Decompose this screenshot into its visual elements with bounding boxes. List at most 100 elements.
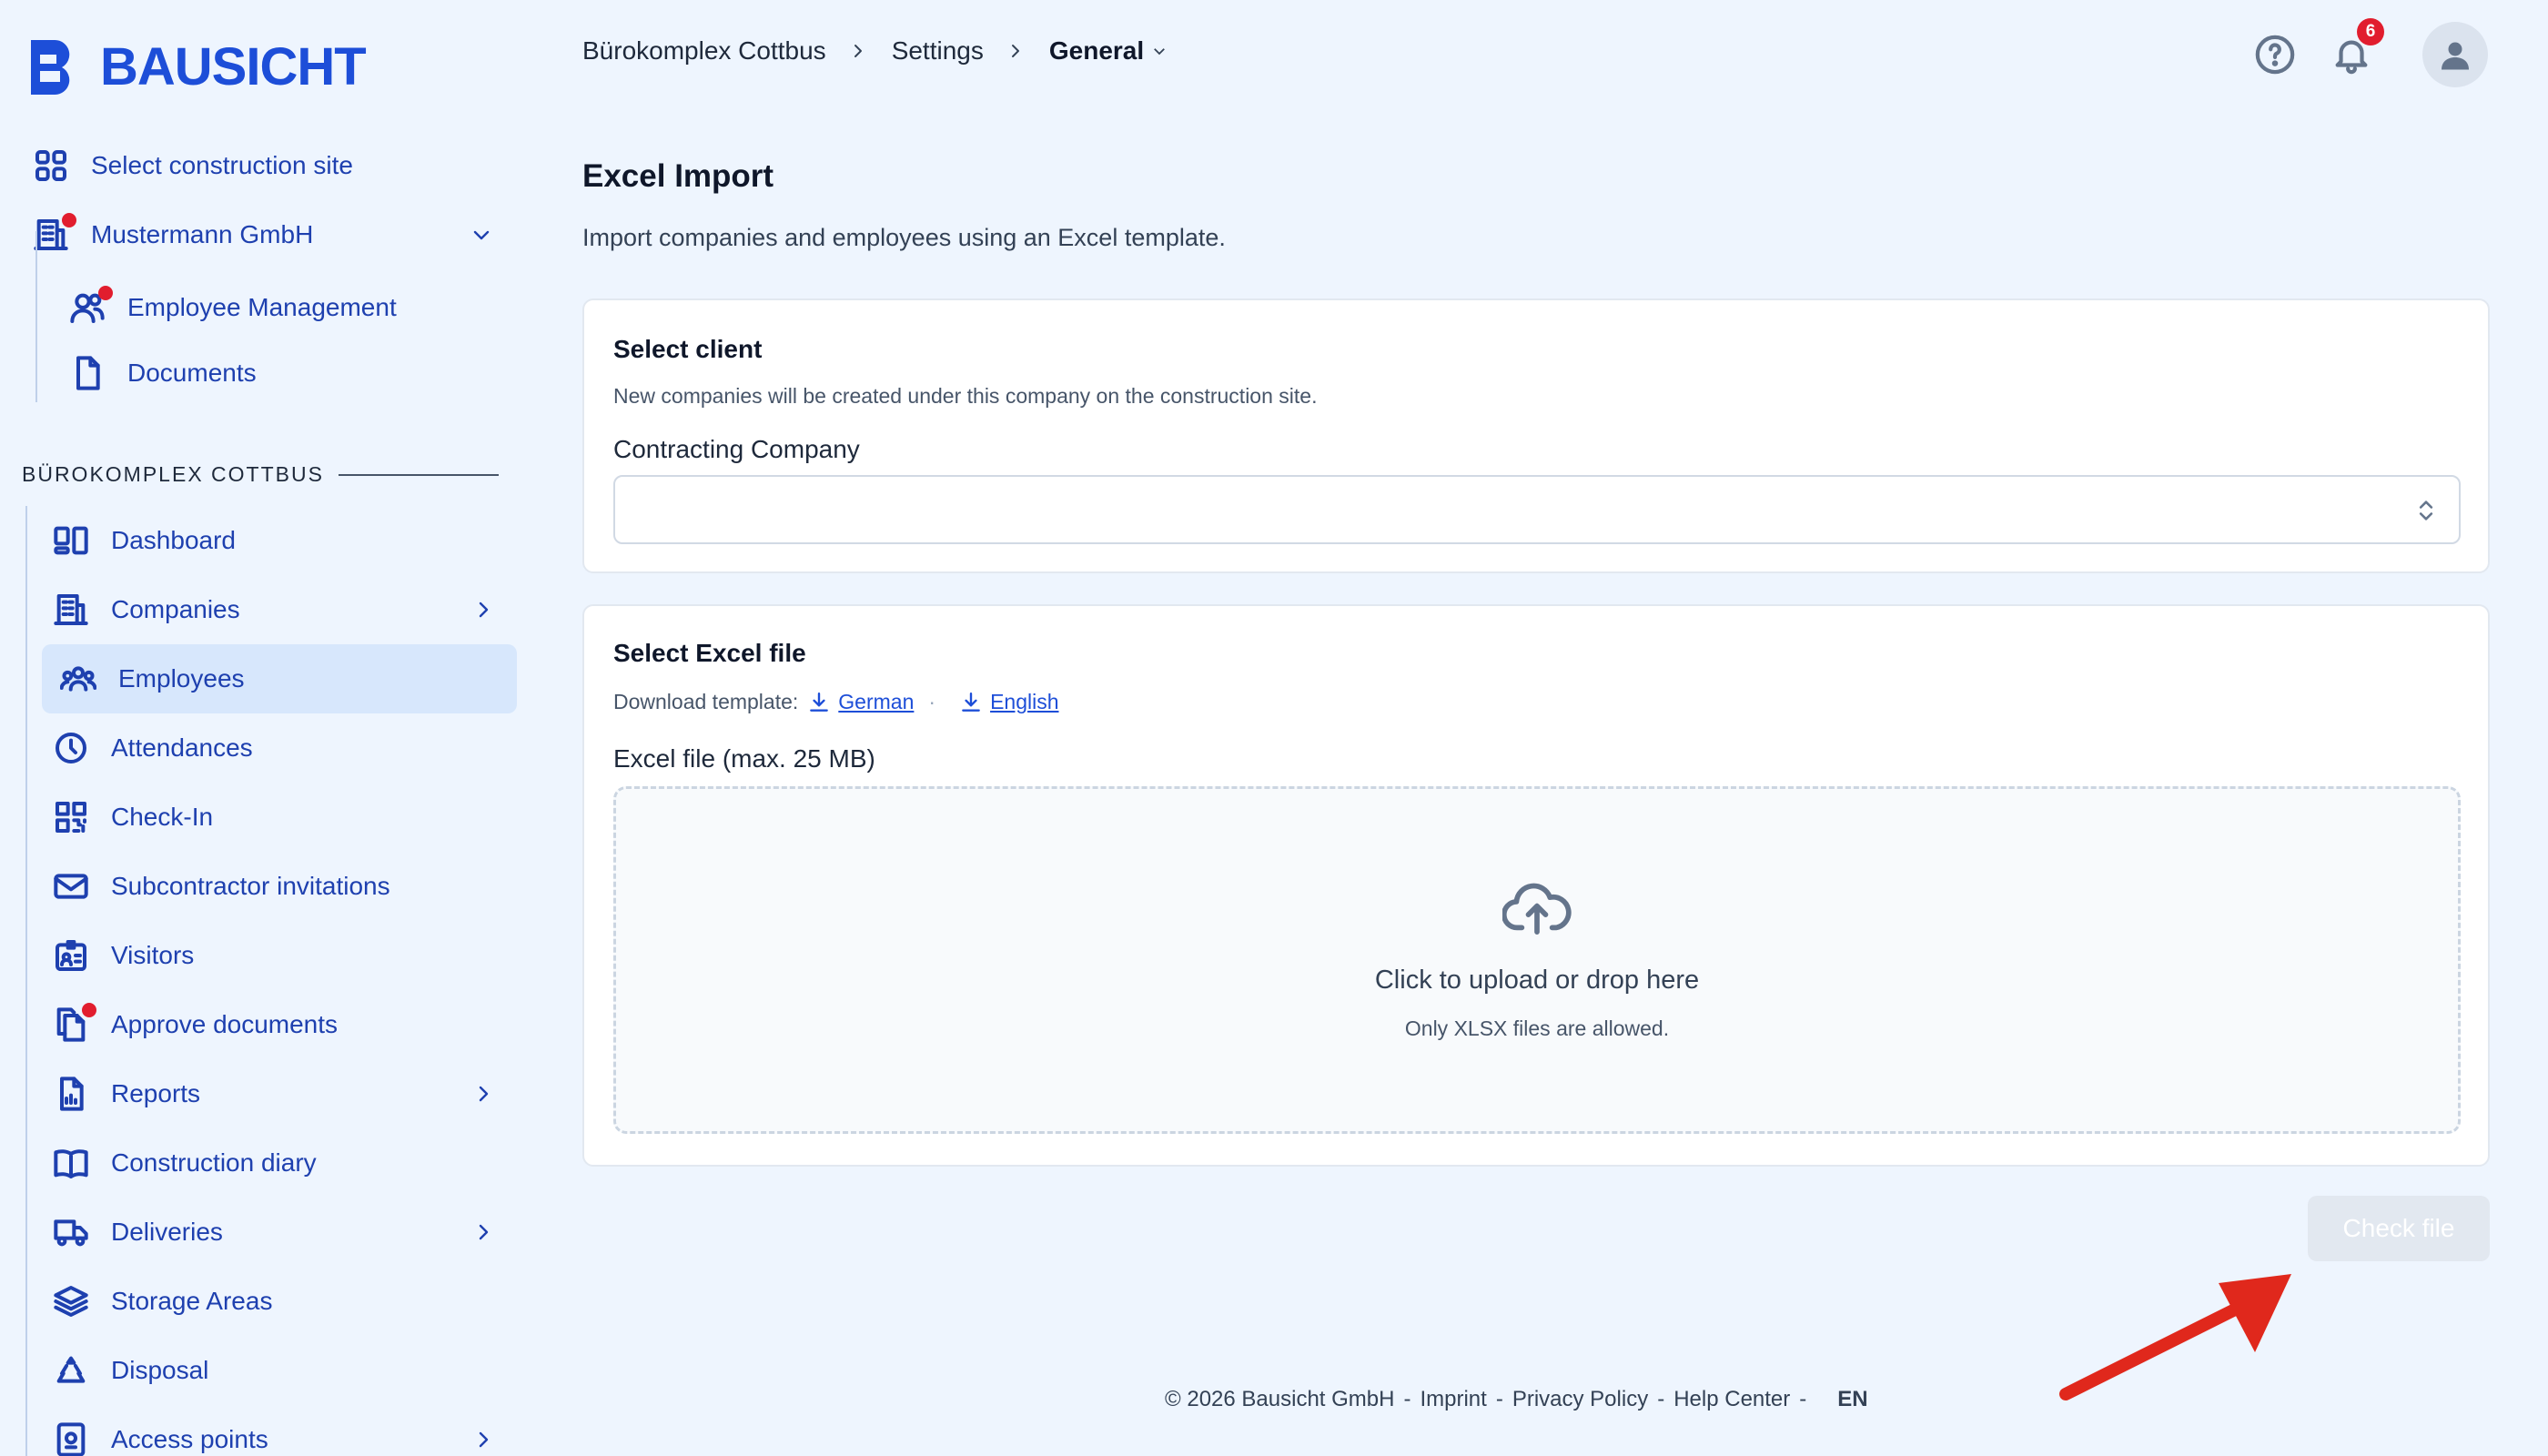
sidebar-item-label: Subcontractor invitations [111, 872, 390, 900]
sidebar-item-attendances[interactable]: Attendances [51, 728, 497, 768]
download-icon [810, 692, 829, 712]
breadcrumb-general: General [1048, 36, 1145, 65]
chevron-right-icon [470, 596, 497, 623]
sidebar-item-label: Access points [111, 1425, 268, 1453]
sidebar-item-dashboard[interactable]: Dashboard [51, 521, 497, 561]
breadcrumb-site[interactable]: Bürokomplex Cottbus [582, 36, 826, 66]
footer-separator: - [1495, 1387, 1503, 1411]
sidebar-item-label: Employee Management [127, 293, 397, 321]
alert-dot [98, 286, 113, 300]
sidebar-item-reports[interactable]: Reports [51, 1074, 497, 1114]
page-title: Excel Import [582, 158, 774, 194]
sidebar-item-label: Storage Areas [111, 1287, 273, 1315]
company-label: Mustermann GmbH [91, 220, 314, 248]
sidebar-item-check-in[interactable]: Check-In [51, 797, 497, 837]
clock-icon [51, 728, 91, 768]
company-subtree-line [35, 231, 37, 402]
contracting-company-label: Contracting Company [613, 435, 860, 463]
sidebar-item-access-points[interactable]: Access points [51, 1420, 497, 1456]
breadcrumb-general-dropdown[interactable]: General [1049, 36, 1168, 66]
sidebar-item-disposal[interactable]: Disposal [51, 1350, 497, 1390]
contracting-company-select[interactable] [613, 475, 2461, 544]
site-section-title: BÜROKOMPLEX COTTBUS [22, 462, 499, 487]
footer-copyright: © 2026 Bausicht GmbH [1165, 1387, 1395, 1411]
chevron-right-icon [470, 1426, 497, 1453]
download-template-label: Download template: [613, 690, 799, 713]
sidebar-item-deliveries[interactable]: Deliveries [51, 1212, 497, 1252]
download-template-row: Download template: German · English [613, 690, 1059, 714]
truck-icon [51, 1212, 91, 1252]
footer: © 2026 Bausicht GmbH - Imprint - Privacy… [1165, 1387, 1868, 1412]
notifications-button[interactable]: 6 [2328, 18, 2384, 78]
footer-help-link[interactable]: Help Center [1673, 1387, 1790, 1412]
sidebar-item-label: Disposal [111, 1356, 209, 1384]
sidebar-item-label: Employees [118, 664, 245, 693]
team-icon [58, 659, 98, 699]
sidebar-item-label: Reports [111, 1079, 201, 1107]
page-subtitle: Import companies and employees using an … [582, 224, 1226, 251]
notification-badge: 6 [2357, 18, 2384, 46]
building-icon [51, 590, 91, 630]
select-file-card: Select Excel file Download template: Ger… [582, 604, 2490, 1167]
file-dropzone[interactable]: Click to upload or drop here Only XLSX f… [613, 786, 2461, 1134]
sidebar-item-employees[interactable]: Employees [58, 659, 497, 699]
sidebar-item-storage-areas[interactable]: Storage Areas [51, 1281, 497, 1321]
card-title: Select Excel file [613, 639, 806, 667]
sidebar-item-label: Deliveries [111, 1218, 223, 1246]
company-selector[interactable]: Mustermann GmbH [31, 213, 495, 255]
breadcrumb-settings[interactable]: Settings [892, 36, 984, 66]
site-section-label: BÜROKOMPLEX COTTBUS [22, 462, 324, 486]
dropzone-text: Click to upload or drop here [1374, 966, 1700, 995]
chevron-right-icon [1007, 42, 1026, 60]
sidebar-item-label: Documents [127, 359, 257, 387]
download-german-link[interactable]: German [807, 690, 914, 714]
access-icon [51, 1420, 91, 1456]
link-label: German [838, 690, 915, 713]
help-button[interactable] [2251, 31, 2299, 78]
footer-privacy-link[interactable]: Privacy Policy [1512, 1387, 1648, 1412]
download-english-link[interactable]: English [959, 690, 1059, 714]
excel-file-label: Excel file (max. 25 MB) [613, 744, 875, 773]
link-label: English [990, 690, 1059, 713]
language-switch[interactable]: EN [1837, 1387, 1867, 1412]
breadcrumb: Bürokomplex Cottbus Settings General [582, 36, 1168, 66]
sidebar-item-subcontractor-invitations[interactable]: Subcontractor invitations [51, 866, 497, 906]
alert-dot [62, 213, 76, 228]
help-icon [2255, 35, 2295, 75]
brand-logo[interactable]: BAUSICHT [27, 35, 367, 99]
sidebar-item-label: Companies [111, 595, 240, 623]
sidebar-item-documents[interactable]: Documents [67, 353, 257, 393]
select-site-label: Select construction site [91, 151, 353, 179]
avatar[interactable] [2422, 22, 2488, 87]
book-icon [51, 1143, 91, 1183]
user-icon [2442, 42, 2469, 70]
report-icon [51, 1074, 91, 1114]
sidebar: BAUSICHT Select construction site Muster… [0, 0, 528, 1456]
logo-icon [27, 35, 87, 99]
footer-imprint-link[interactable]: Imprint [1420, 1387, 1486, 1412]
chevron-right-icon [850, 42, 868, 60]
sidebar-item-visitors[interactable]: Visitors [51, 935, 497, 976]
footer-separator: - [1403, 1387, 1411, 1411]
annotation-arrow [2059, 1274, 2291, 1400]
chevron-down-icon [1154, 48, 1166, 56]
sidebar-item-approve-documents[interactable]: Approve documents [51, 1003, 497, 1045]
users-icon [67, 286, 113, 328]
grid-icon [31, 146, 71, 186]
qr-code-icon [51, 797, 91, 837]
brand-name: BAUSICHT [100, 36, 367, 96]
sidebar-item-construction-diary[interactable]: Construction diary [51, 1143, 497, 1183]
check-file-button[interactable]: Check file [2308, 1196, 2490, 1261]
sidebar-item-label: Construction diary [111, 1148, 317, 1177]
site-subtree-line [25, 506, 27, 1456]
sidebar-item-employee-management[interactable]: Employee Management [67, 286, 397, 328]
sidebar-item-label: Visitors [111, 941, 195, 969]
select-arrows-icon [2413, 497, 2439, 524]
select-site-link[interactable]: Select construction site [31, 146, 504, 186]
card-help-text: New companies will be created under this… [613, 384, 1318, 408]
sidebar-item-companies[interactable]: Companies [51, 590, 497, 630]
dashboard-icon [51, 521, 91, 561]
divider [338, 473, 499, 476]
documents-icon [51, 1003, 96, 1045]
envelope-icon [51, 866, 91, 906]
